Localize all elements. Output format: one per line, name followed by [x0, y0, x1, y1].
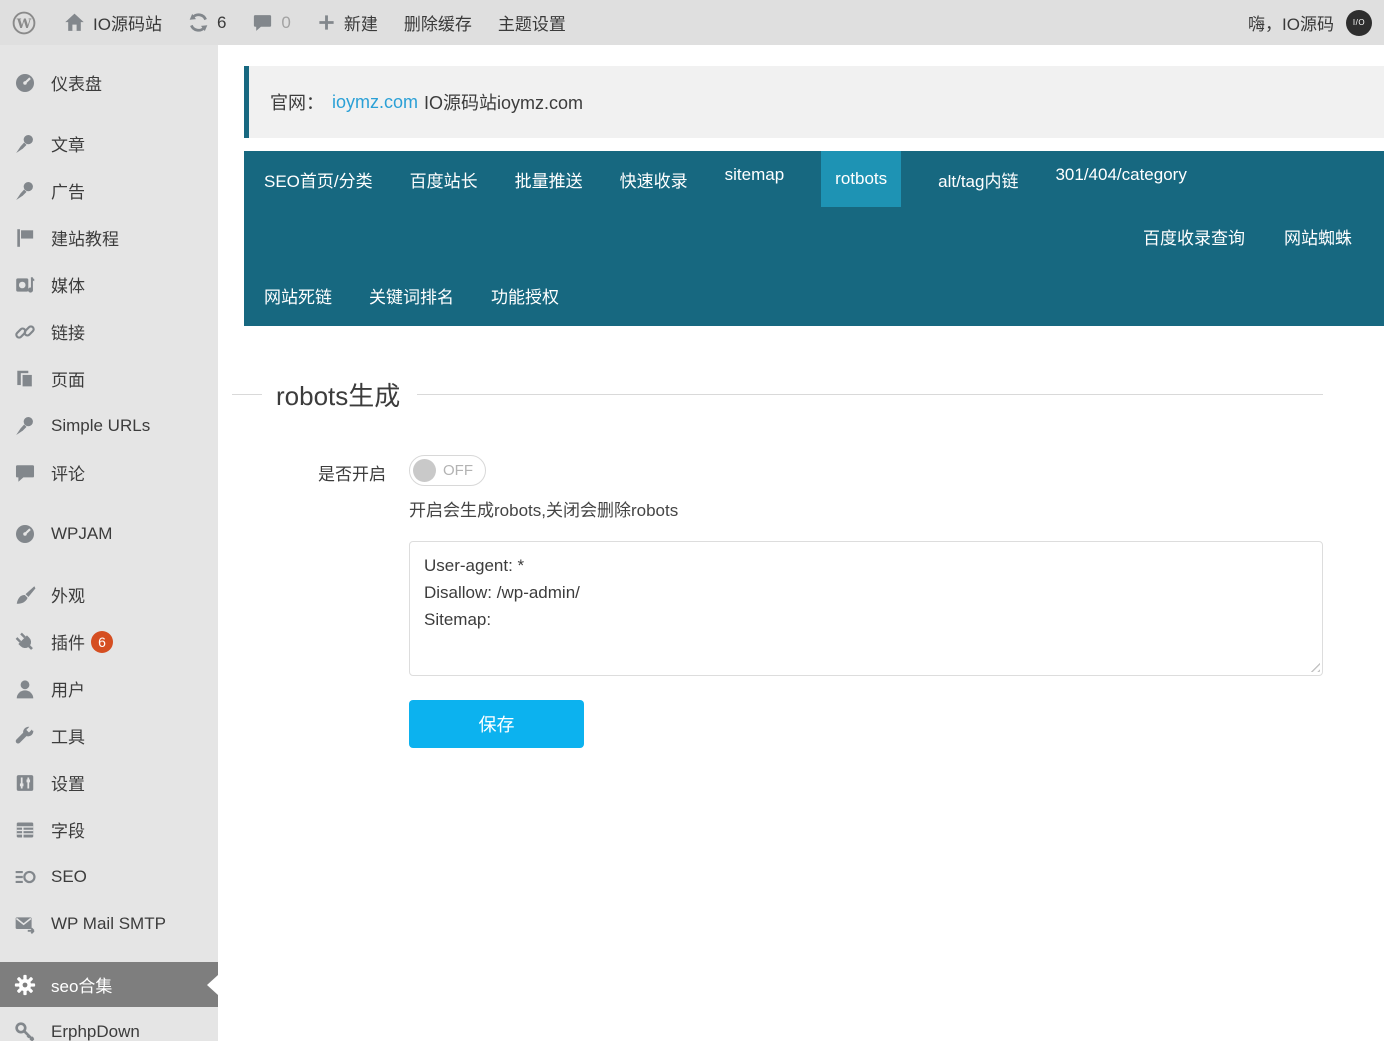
tab-batch-push[interactable]: 批量推送 [515, 167, 583, 192]
admin-topbar: W IO源码站 6 0 新建 删除缓存 主 [0, 0, 1384, 45]
menu-separator [0, 557, 218, 571]
dashboard-icon [14, 72, 36, 94]
sidebar-item-posts[interactable]: 文章 [0, 120, 218, 167]
sidebar-item-links[interactable]: 链接 [0, 308, 218, 355]
sidebar-item-seo[interactable]: SEO [0, 853, 218, 900]
gear-icon [14, 974, 36, 996]
menu-separator [0, 947, 218, 961]
plugin-icon [14, 631, 36, 653]
new-label: 新建 [344, 10, 378, 35]
robots-enable-toggle[interactable]: OFF [409, 455, 486, 486]
settings-icon [14, 772, 36, 794]
updates-count: 6 [217, 13, 226, 33]
wordpress-logo-icon[interactable]: W [12, 11, 36, 35]
page-title: robots生成 [274, 376, 402, 413]
brush-icon [14, 584, 36, 606]
flag-icon [14, 227, 36, 249]
save-button[interactable]: 保存 [409, 700, 584, 748]
sidebar-item-appearance[interactable]: 外观 [0, 571, 218, 618]
sidebar-item-tools[interactable]: 工具 [0, 712, 218, 759]
tab-alt-tag-internal-links[interactable]: alt/tag内链 [938, 167, 1018, 192]
comments-count: 0 [281, 13, 290, 33]
nav-row-2: 百度收录查询 网站蜘蛛 [244, 207, 1384, 265]
user-greeting[interactable]: 嗨，IO源码 [1248, 10, 1334, 35]
plus-icon [317, 13, 336, 32]
pin-icon [14, 415, 36, 437]
toggle-label: 是否开启 [244, 455, 386, 748]
updates-link[interactable]: 6 [188, 12, 226, 33]
robots-form: 是否开启 OFF 开启会生成robots,关闭会删除robots User-ag… [244, 455, 1384, 748]
home-icon [64, 12, 85, 33]
sidebar-item-pages[interactable]: 页面 [0, 355, 218, 402]
robots-content-textarea[interactable]: User-agent: * Disallow: /wp-admin/ Sitem… [409, 541, 1323, 676]
notice-prefix: 官网： [270, 89, 324, 115]
official-site-link[interactable]: ioymz.com [332, 92, 418, 113]
nav-row-3: 网站死链 关键词排名 功能授权 [244, 265, 1384, 326]
seo-lines-circle-icon [14, 866, 36, 888]
toggle-state-text: OFF [443, 462, 473, 479]
user-avatar[interactable]: I/O [1346, 10, 1372, 36]
notice-suffix: IO源码站ioymz.com [424, 89, 583, 115]
tab-feature-authorization[interactable]: 功能授权 [491, 283, 559, 308]
pin-icon [14, 133, 36, 155]
sidebar-item-users[interactable]: 用户 [0, 665, 218, 712]
pages-icon [14, 368, 36, 390]
nav-row-1: SEO首页/分类 百度站长 批量推送 快速收录 sitemap rotbots … [244, 151, 1384, 207]
media-icon [14, 274, 36, 296]
sidebar-item-wp-mail-smtp[interactable]: WP Mail SMTP [0, 900, 218, 947]
svg-text:W: W [16, 16, 32, 31]
menu-separator [0, 496, 218, 510]
main-content: 官网： ioymz.com IO源码站ioymz.com SEO首页/分类 百度… [218, 45, 1384, 1041]
visit-site-link[interactable]: IO源码站 [64, 10, 162, 35]
link-icon [14, 321, 36, 343]
menu-separator [0, 106, 218, 120]
sidebar-item-fields[interactable]: 字段 [0, 806, 218, 853]
update-icon [188, 12, 209, 33]
tab-rotbots[interactable]: rotbots [821, 151, 901, 207]
tab-site-spider[interactable]: 网站蜘蛛 [1284, 224, 1352, 249]
key-icon [14, 1021, 36, 1041]
comments-link[interactable]: 0 [252, 12, 290, 33]
toggle-help-text: 开启会生成robots,关闭会删除robots [409, 496, 1323, 521]
fields-icon [14, 819, 36, 841]
sidebar-item-media[interactable]: 媒体 [0, 261, 218, 308]
admin-sidebar: 仪表盘 文章 广告 建站教程 [0, 45, 218, 1041]
plugins-update-badge: 6 [91, 631, 113, 653]
tab-baidu-include-query[interactable]: 百度收录查询 [1143, 224, 1245, 249]
tab-fast-include[interactable]: 快速收录 [620, 167, 688, 192]
dashboard-icon [14, 523, 36, 545]
tab-301-404-category[interactable]: 301/404/category [1055, 165, 1186, 185]
theme-settings-link[interactable]: 主题设置 [498, 10, 566, 35]
sidebar-item-erphpdown[interactable]: ErphpDown [0, 1008, 218, 1041]
clear-cache-link[interactable]: 删除缓存 [404, 10, 472, 35]
legend-left-line [232, 394, 262, 395]
sidebar-item-dashboard[interactable]: 仪表盘 [0, 59, 218, 106]
user-icon [14, 678, 36, 700]
seo-plugin-nav: SEO首页/分类 百度站长 批量推送 快速收录 sitemap rotbots … [244, 151, 1384, 326]
sidebar-item-tutorials[interactable]: 建站教程 [0, 214, 218, 261]
tab-dead-links[interactable]: 网站死链 [264, 283, 332, 308]
mail-icon [14, 913, 36, 935]
comment-bubble-icon [252, 12, 273, 33]
tab-keyword-ranking[interactable]: 关键词排名 [369, 283, 454, 308]
legend-right-line [417, 394, 1323, 395]
comment-icon [14, 462, 36, 484]
toggle-knob [413, 459, 436, 482]
sidebar-item-seo-collection[interactable]: seo合集 [0, 962, 218, 1007]
new-content-link[interactable]: 新建 [317, 10, 378, 35]
pin-icon [14, 180, 36, 202]
section-legend: robots生成 [232, 376, 1384, 413]
tab-baidu-webmaster[interactable]: 百度站长 [410, 167, 478, 192]
sidebar-item-settings[interactable]: 设置 [0, 759, 218, 806]
sidebar-item-comments[interactable]: 评论 [0, 449, 218, 496]
sidebar-item-plugins[interactable]: 插件 6 [0, 618, 218, 665]
sidebar-item-ads[interactable]: 广告 [0, 167, 218, 214]
site-notice-bar: 官网： ioymz.com IO源码站ioymz.com [244, 66, 1384, 138]
tab-seo-home-category[interactable]: SEO首页/分类 [264, 167, 373, 192]
sidebar-item-simple-urls[interactable]: Simple URLs [0, 402, 218, 449]
sidebar-item-wpjam[interactable]: WPJAM [0, 510, 218, 557]
wrench-icon [14, 725, 36, 747]
site-name: IO源码站 [93, 10, 162, 35]
tab-sitemap[interactable]: sitemap [725, 165, 785, 185]
